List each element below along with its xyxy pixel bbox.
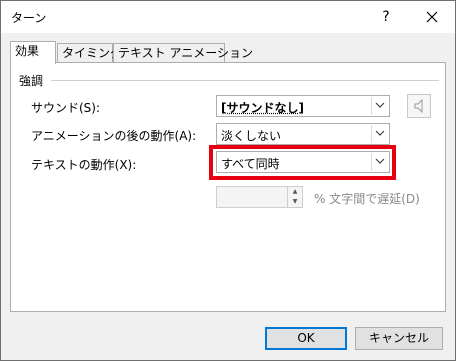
close-button[interactable] (420, 6, 444, 28)
after-animation-dropdown[interactable]: 淡くしない (216, 123, 390, 145)
turn-effect-dialog: ターン ? 効果 タイミング テキスト アニメーション 強調 サウンド(S): … (0, 0, 456, 361)
after-animation-label: アニメーションの後の動作(A): (31, 129, 197, 143)
group-label-emphasis: 強調 (19, 74, 44, 88)
sound-label: サウンド(S): (31, 101, 101, 115)
tab-text-animation[interactable]: テキスト アニメーション (113, 43, 253, 63)
highlight-box (209, 145, 396, 180)
text-animation-label: テキストの動作(X): (31, 158, 137, 172)
help-button[interactable]: ? (375, 6, 397, 28)
chevron-down-icon (375, 102, 385, 108)
dialog-title: ターン (11, 11, 47, 25)
delay-label: % 文字間で遅延(D) (314, 192, 420, 206)
cancel-button[interactable]: キャンセル (355, 327, 443, 350)
chevron-down-icon (375, 130, 385, 136)
sound-dropdown-arrow[interactable] (371, 97, 388, 115)
sound-preview-button[interactable] (407, 94, 431, 118)
after-animation-value: 淡くしない (221, 129, 282, 143)
close-icon (426, 11, 438, 23)
sound-value: [サウンドなし] (221, 101, 304, 115)
tab-effect[interactable]: 効果 (10, 41, 56, 64)
effect-panel: 強調 サウンド(S): [サウンドなし] アニメーションの後の動作(A): 淡く… (10, 62, 446, 312)
delay-spinner[interactable]: ▲ ▼ (216, 186, 303, 208)
title-bar: ターン ? (1, 1, 455, 33)
sound-dropdown[interactable]: [サウンドなし] (216, 95, 390, 117)
after-animation-dropdown-arrow[interactable] (371, 125, 388, 143)
spin-down-icon[interactable]: ▼ (288, 197, 302, 207)
delay-spinner-buttons[interactable]: ▲ ▼ (287, 187, 302, 207)
group-divider (51, 80, 439, 81)
ok-button[interactable]: OK (265, 327, 347, 350)
tab-timing[interactable]: タイミング (57, 43, 122, 63)
speaker-icon (414, 98, 423, 114)
spin-up-icon[interactable]: ▲ (288, 187, 302, 197)
